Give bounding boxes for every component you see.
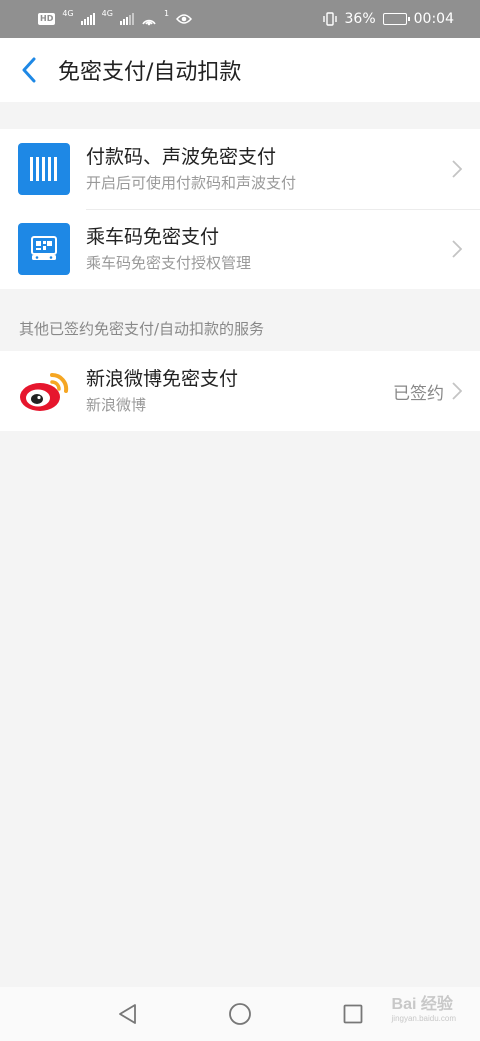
item-right	[452, 240, 462, 258]
hotspot-icon	[142, 19, 156, 26]
item-title: 付款码、声波免密支付	[86, 146, 277, 168]
battery-icon	[382, 13, 410, 25]
list-item-payment-code[interactable]: 付款码、声波免密支付 开启后可使用付款码和声波支付	[0, 129, 480, 209]
item-right: 已签约	[393, 379, 462, 404]
item-title: 乘车码免密支付	[86, 226, 220, 248]
network-type-1: 4G	[62, 9, 74, 18]
eye-icon	[176, 14, 193, 24]
nav-home-button[interactable]	[220, 994, 260, 1034]
triangle-back-icon	[118, 1004, 136, 1024]
chevron-right-icon	[452, 382, 462, 400]
watermark: Bai 经验 jingyan.baidu.com	[392, 990, 456, 1023]
watermark-sub: jingyan.baidu.com	[391, 1014, 456, 1023]
square-recents-icon	[343, 1004, 363, 1024]
status-bar-left: HD 4G 4G 1	[38, 9, 193, 26]
item-subtitle: 开启后可使用付款码和声波支付	[86, 174, 297, 192]
weibo-icon	[18, 365, 70, 417]
list-item-weibo[interactable]: 新浪微博免密支付 新浪微博 已签约	[0, 351, 480, 431]
item-subtitle: 乘车码免密支付授权管理	[86, 254, 252, 272]
circle-home-icon	[229, 1003, 251, 1025]
signal-icon	[80, 13, 95, 25]
signed-status: 已签约	[393, 383, 444, 404]
clock: 00:04	[413, 11, 454, 27]
hotspot-count: 1	[163, 9, 170, 18]
nav-recents-button[interactable]	[333, 994, 373, 1034]
back-button[interactable]	[0, 38, 58, 102]
item-texts: 新浪微博免密支付 新浪微博	[86, 366, 393, 416]
item-title: 新浪微博免密支付	[86, 368, 239, 390]
nav-back-button[interactable]	[107, 994, 147, 1034]
signal-icon-2	[119, 13, 134, 25]
item-right	[452, 160, 462, 178]
watermark-text: Bai 经验	[391, 996, 453, 1013]
vibrate-icon	[322, 12, 337, 26]
chevron-right-icon	[452, 160, 462, 178]
chevron-right-icon	[452, 240, 462, 258]
status-bar: HD 4G 4G 1 36% 00:04	[0, 0, 480, 38]
status-bar-right: 36% 00:04	[322, 11, 454, 27]
chevron-left-icon	[22, 57, 36, 83]
battery-percent: 36%	[344, 11, 376, 27]
bus-code-icon	[18, 223, 70, 275]
section-label: 其他已签约免密支付/自动扣款的服务	[19, 320, 265, 338]
header: 免密支付/自动扣款	[0, 38, 480, 102]
hd-badge: HD	[38, 13, 56, 25]
item-texts: 乘车码免密支付 乘车码免密支付授权管理	[86, 224, 452, 274]
item-texts: 付款码、声波免密支付 开启后可使用付款码和声波支付	[86, 144, 452, 194]
payment-list: 付款码、声波免密支付 开启后可使用付款码和声波支付 乘车码免密支付 乘车码免密支…	[0, 129, 480, 289]
network-type-2: 4G	[101, 9, 113, 18]
list-item-bus-code[interactable]: 乘车码免密支付 乘车码免密支付授权管理	[0, 209, 480, 289]
barcode-icon	[18, 143, 70, 195]
page-title: 免密支付/自动扣款	[58, 60, 242, 85]
item-subtitle: 新浪微博	[86, 396, 147, 414]
signed-services-list: 新浪微博免密支付 新浪微博 已签约	[0, 351, 480, 431]
